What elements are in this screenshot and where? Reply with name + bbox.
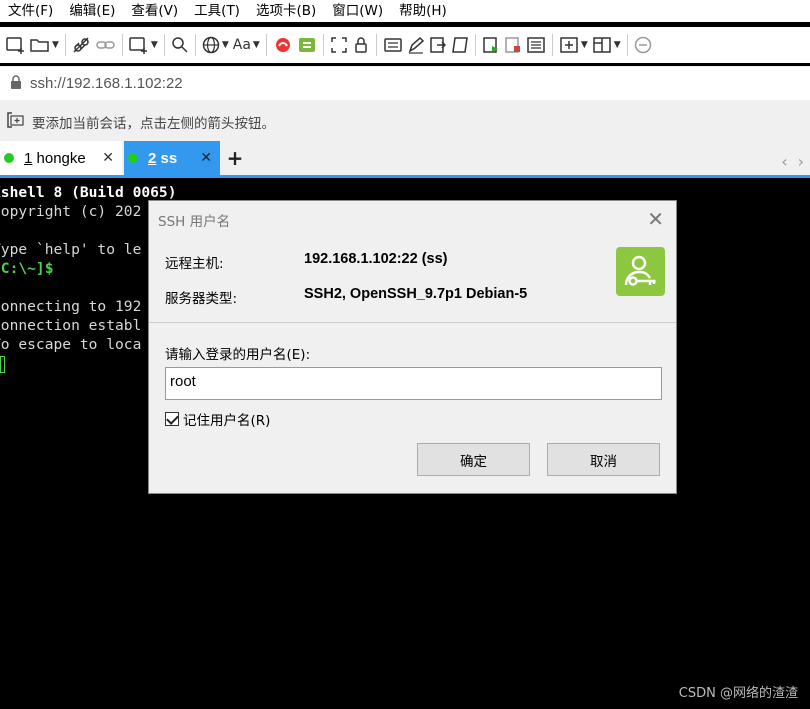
tab-bar: 1 hongke ✕ 2 ss ✕ + ‹ ›: [0, 141, 810, 178]
remember-label: 记住用户名(R): [183, 413, 271, 429]
terminal-cursor: [0, 355, 5, 373]
menu-help[interactable]: 帮助(H): [391, 0, 455, 22]
address-text[interactable]: ssh://192.168.1.102:22: [30, 75, 183, 92]
hint-text: 要添加当前会话，点击左侧的箭头按钮。: [32, 116, 275, 132]
menu-window[interactable]: 窗口(W): [324, 0, 391, 22]
lock-icon: [10, 74, 22, 93]
add-session-icon[interactable]: [6, 111, 26, 133]
tab-label: 2 ss: [148, 149, 178, 167]
menu-edit[interactable]: 编辑(E): [61, 0, 123, 22]
globe-icon[interactable]: ▼: [202, 31, 229, 59]
open-folder-icon[interactable]: ▼: [30, 31, 59, 59]
font-label: Aa: [232, 37, 251, 53]
log-icon[interactable]: [451, 31, 469, 59]
remember-username[interactable]: 记住用户名(R): [165, 409, 270, 429]
toolbar-divider: [194, 34, 196, 56]
chevron-down-icon: ▼: [221, 40, 229, 50]
layout-icon[interactable]: ▼: [592, 31, 621, 59]
remote-host-label: 远程主机:: [165, 256, 224, 272]
new-window-icon[interactable]: ▼: [559, 31, 588, 59]
toolbar-divider: [163, 34, 165, 56]
chevron-down-icon: ▼: [52, 40, 59, 50]
chevron-right-icon[interactable]: ›: [798, 152, 804, 171]
font-icon[interactable]: Aa ▼: [233, 31, 260, 59]
toolbar-divider: [474, 34, 476, 56]
toolbar-divider: [375, 34, 377, 56]
close-icon[interactable]: ✕: [102, 150, 114, 166]
remote-host-value: 192.168.1.102:22 (ss): [304, 251, 448, 267]
xshell-icon[interactable]: [273, 31, 293, 59]
toolbar-divider: [265, 34, 267, 56]
chevron-down-icon: ▼: [150, 40, 158, 50]
chevron-down-icon: ▼: [613, 40, 621, 50]
menu-bar: 文件(F) 编辑(E) 查看(V) 工具(T) 选项卡(B) 窗口(W) 帮助(…: [0, 0, 810, 22]
reconnect-icon[interactable]: [96, 31, 116, 59]
properties-icon[interactable]: [526, 31, 546, 59]
toolbar-divider: [64, 34, 66, 56]
chevron-left-icon[interactable]: ‹: [781, 152, 787, 171]
compose-icon[interactable]: [407, 31, 425, 59]
session-hint-bar: 要添加当前会话，点击左侧的箭头按钮。: [0, 100, 810, 144]
menu-view[interactable]: 查看(V): [123, 0, 186, 22]
toolbar-divider: [322, 34, 324, 56]
disconnect-icon[interactable]: [72, 31, 92, 59]
new-session-icon[interactable]: [6, 31, 26, 59]
connected-status-icon: [4, 153, 14, 163]
lock-icon[interactable]: [352, 31, 370, 59]
close-icon[interactable]: ✕: [200, 150, 212, 166]
keyboard-icon[interactable]: [383, 31, 403, 59]
add-tab-button[interactable]: +: [220, 141, 250, 175]
connection-info: 远程主机: 192.168.1.102:22 (ss) 服务器类型: SSH2,…: [149, 237, 676, 323]
menu-tabs[interactable]: 选项卡(B): [248, 0, 324, 22]
username-label: 请输入登录的用户名(E):: [165, 347, 311, 363]
close-icon[interactable]: ✕: [647, 207, 664, 231]
watermark: CSDN @网络的渣渣: [678, 686, 798, 701]
tab-hongke[interactable]: 1 hongke ✕: [0, 141, 122, 175]
cancel-button[interactable]: 取消: [547, 443, 660, 476]
tab-ss[interactable]: 2 ss ✕: [124, 141, 220, 175]
server-type-label: 服务器类型:: [165, 291, 238, 307]
stop-record-icon[interactable]: [504, 31, 522, 59]
menu-tools[interactable]: 工具(T): [186, 0, 248, 22]
connected-status-icon: [128, 153, 138, 163]
chevron-down-icon: ▼: [580, 40, 588, 50]
toolbar-divider: [626, 34, 628, 56]
username-input[interactable]: root: [165, 367, 662, 400]
remember-checkbox[interactable]: [165, 412, 179, 426]
help-icon[interactable]: [634, 31, 652, 59]
toolbar-divider: [121, 34, 123, 56]
toolbar: ▼ ▼ ▼ Aa ▼ ▼ ▼: [0, 27, 810, 63]
ssh-username-dialog: SSH 用户名 ✕ 远程主机: 192.168.1.102:22 (ss) 服务…: [148, 200, 677, 494]
chevron-down-icon: ▼: [252, 40, 260, 50]
dialog-title: SSH 用户名: [158, 214, 231, 230]
xftp-icon[interactable]: [297, 31, 317, 59]
tab-label: 1 hongke: [24, 149, 86, 167]
fullscreen-icon[interactable]: [330, 31, 348, 59]
address-bar[interactable]: ssh://192.168.1.102:22: [0, 66, 810, 100]
toolbar-divider: [551, 34, 553, 56]
ok-button[interactable]: 确定: [417, 443, 530, 476]
script-icon[interactable]: [429, 31, 447, 59]
menu-file[interactable]: 文件(F): [0, 0, 61, 22]
new-tab-icon[interactable]: ▼: [129, 31, 158, 59]
server-type-value: SSH2, OpenSSH_9.7p1 Debian-5: [304, 286, 528, 302]
user-key-icon: [616, 247, 665, 296]
start-record-icon[interactable]: [482, 31, 500, 59]
find-icon[interactable]: [171, 31, 189, 59]
tab-navigation: ‹ ›: [781, 152, 804, 171]
